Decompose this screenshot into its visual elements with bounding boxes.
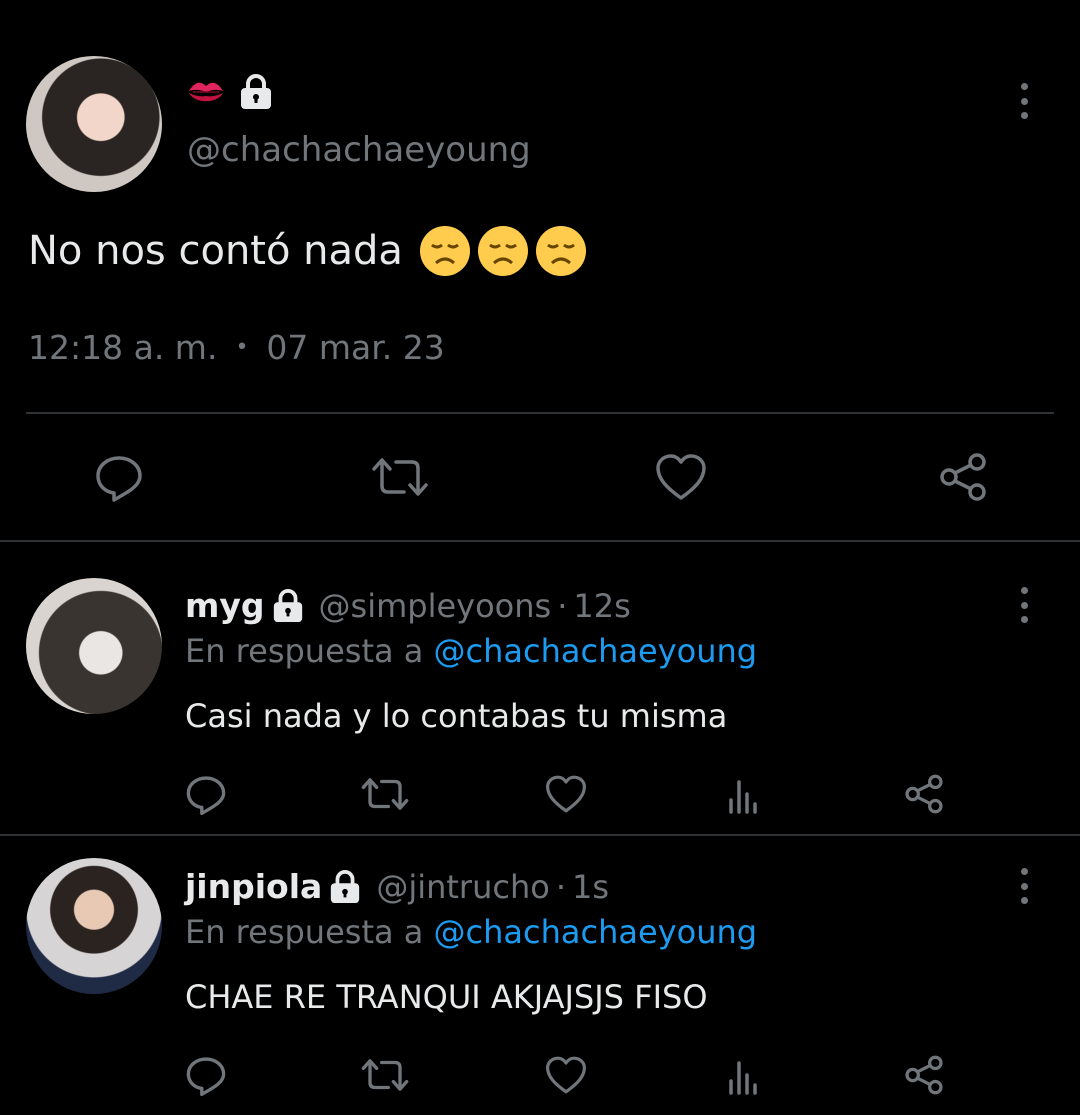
main-tweet: @chachachaeyoung No nos contó nada 12:18…	[0, 0, 1080, 540]
reply-author-handle[interactable]: @simpleyoons	[319, 587, 552, 625]
reply-button[interactable]	[184, 772, 228, 816]
lock-icon	[273, 588, 302, 622]
tweet-body: No nos contó nada	[28, 225, 587, 277]
in-reply-mention[interactable]: @chachachaeyoung	[434, 632, 758, 670]
lock-icon	[331, 869, 360, 903]
divider	[0, 540, 1080, 542]
reply-header: myg @simpleyoons · 12s	[185, 586, 631, 625]
retweet-button[interactable]	[360, 1053, 410, 1097]
divider	[0, 834, 1080, 836]
retweet-icon	[361, 1059, 409, 1091]
reply-separator: ·	[557, 586, 568, 625]
tweet-text: No nos contó nada	[28, 228, 403, 274]
heart-icon	[546, 775, 587, 813]
reply-button[interactable]	[92, 450, 146, 504]
in-reply-mention[interactable]: @chachachaeyoung	[434, 913, 758, 951]
divider	[26, 412, 1054, 414]
retweet-button[interactable]	[360, 772, 410, 816]
reply-button[interactable]	[184, 1053, 228, 1097]
analytics-button[interactable]	[724, 1053, 764, 1097]
reply-icon	[96, 456, 142, 502]
tweet-timestamp[interactable]: 12:18 a. m. • 07 mar. 23	[28, 328, 445, 367]
in-reply-to: En respuesta a @chachachaeyoung	[185, 632, 757, 670]
reply-header: jinpiola @jintrucho · 1s	[185, 867, 609, 906]
reply-icon	[186, 1057, 226, 1096]
reply-author-name[interactable]: jinpiola	[185, 867, 322, 906]
author-name-row[interactable]	[187, 72, 273, 112]
reply-icon	[186, 776, 226, 815]
timestamp-separator: •	[235, 335, 249, 360]
reply-separator: ·	[555, 867, 566, 906]
analytics-icon	[729, 780, 757, 814]
share-button[interactable]	[936, 450, 990, 504]
like-button[interactable]	[654, 450, 708, 504]
lock-icon	[241, 74, 271, 109]
reply-time[interactable]: 1s	[572, 868, 609, 906]
more-options-icon[interactable]	[1014, 83, 1034, 119]
reply-text: Casi nada y lo contabas tu misma	[185, 697, 728, 735]
author-handle[interactable]: @chachachaeyoung	[187, 130, 531, 170]
disappointed-face-icon	[535, 226, 586, 276]
in-reply-prefix: En respuesta a	[185, 632, 424, 670]
disappointed-face-icon	[419, 226, 470, 276]
analytics-icon	[729, 1061, 757, 1095]
like-button[interactable]	[544, 1053, 588, 1097]
retweet-button[interactable]	[370, 450, 430, 504]
reply-author-handle[interactable]: @jintrucho	[376, 868, 550, 906]
analytics-button[interactable]	[724, 772, 764, 816]
retweet-icon	[361, 778, 409, 810]
like-button[interactable]	[544, 772, 588, 816]
share-button[interactable]	[902, 772, 946, 816]
kiss-mark-icon	[189, 82, 223, 102]
tweet-time: 12:18 a. m.	[28, 328, 218, 367]
tweet-date: 07 mar. 23	[266, 328, 445, 367]
in-reply-to: En respuesta a @chachachaeyoung	[185, 913, 757, 951]
retweet-icon	[372, 458, 428, 496]
reply-text: CHAE RE TRANQUI AKJAJSJS FISO	[185, 978, 708, 1016]
heart-icon	[656, 454, 706, 500]
reply-time[interactable]: 12s	[573, 587, 630, 625]
in-reply-prefix: En respuesta a	[185, 913, 424, 951]
reply-avatar[interactable]	[26, 578, 162, 714]
more-options-icon[interactable]	[1014, 868, 1034, 904]
reply-avatar[interactable]	[26, 858, 162, 994]
reply-author-name[interactable]: myg	[185, 586, 265, 625]
share-icon	[940, 453, 986, 501]
share-icon	[905, 1055, 943, 1095]
more-options-icon[interactable]	[1014, 587, 1034, 623]
heart-icon	[546, 1056, 587, 1094]
disappointed-face-icon	[477, 226, 528, 276]
share-button[interactable]	[902, 1053, 946, 1097]
author-avatar[interactable]	[26, 56, 162, 192]
share-icon	[905, 774, 943, 814]
